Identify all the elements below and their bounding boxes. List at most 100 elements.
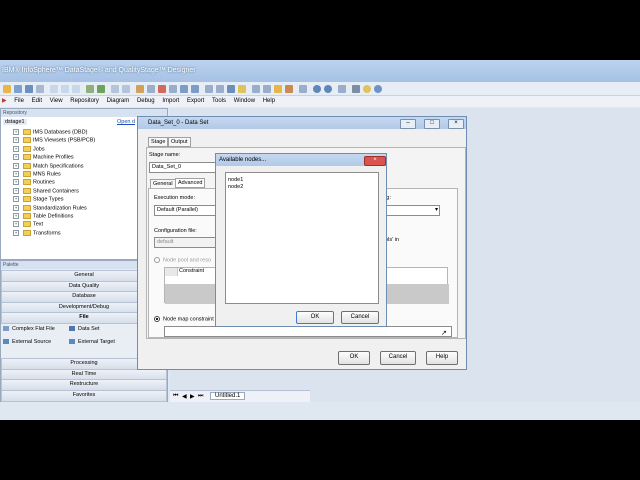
tab-nav-first-icon[interactable]: ⏮ [173,393,178,400]
tree-item[interactable]: + Text [13,221,43,228]
node-pool-option[interactable]: Node pool and reso [154,257,211,263]
grid-icon[interactable] [147,85,155,93]
bulb-icon[interactable] [363,85,371,93]
list-item[interactable]: node1 [228,177,243,183]
tree-item[interactable]: + Transforms [13,229,61,236]
zoom-in-icon[interactable] [111,85,119,93]
chevron-down-icon[interactable]: ▾ [435,206,438,213]
right-select[interactable]: ▾ [382,205,440,216]
help-icon[interactable] [374,85,382,93]
columns-icon[interactable] [263,85,271,93]
copy-icon[interactable] [61,85,69,93]
expand-icon[interactable]: + [13,204,19,211]
tab-nav-next-icon[interactable]: ▶ [190,393,195,400]
palette-item-external-target[interactable]: External Target [69,339,115,345]
menu-import[interactable]: Import [162,96,179,107]
browse-button[interactable]: ↗ [441,329,451,338]
save-icon[interactable] [25,85,33,93]
expand-icon[interactable]: + [13,129,19,135]
tree-item[interactable]: + Standardization Rules [13,204,87,211]
config-file-input[interactable]: default [154,237,222,248]
subtab-advanced[interactable]: Advanced [175,178,206,188]
tab-nav-prev-icon[interactable]: ◀ [182,393,187,400]
tree-item[interactable]: + IMS Viewsets (PSB/PCB) [13,137,95,144]
tab-nav-last-icon[interactable]: ⏭ [198,393,203,400]
palette-icon[interactable] [191,85,199,93]
highlight-icon[interactable] [274,85,282,93]
tab-output[interactable]: Output [168,137,191,147]
annotation-icon[interactable] [169,85,177,93]
repository-icon[interactable] [216,85,224,93]
properties-icon[interactable] [180,85,188,93]
new-icon[interactable] [3,85,11,93]
menu-export[interactable]: Export [187,96,204,107]
menu-tools[interactable]: Tools [212,96,226,107]
expand-icon[interactable]: + [13,229,19,236]
tools-icon[interactable] [352,85,360,93]
menu-diagram[interactable]: Diagram [107,96,130,107]
paste-icon[interactable] [72,85,80,93]
nodes-list[interactable]: node1 node2 [225,172,379,304]
palette-item-external-source[interactable]: External Source [3,339,51,345]
expand-icon[interactable]: + [13,179,19,186]
expand-icon[interactable]: + [13,171,19,177]
menu-file[interactable]: File [14,96,24,107]
expand-icon[interactable]: + [13,137,19,144]
find-icon[interactable] [299,85,307,93]
node-map-input[interactable] [164,326,452,337]
brush-icon[interactable] [285,85,293,93]
tab-untitled[interactable]: Untitled.1 [210,392,246,400]
print-icon[interactable] [36,85,44,93]
link-icon[interactable] [136,85,144,93]
back-icon[interactable] [313,85,321,93]
expand-icon[interactable]: + [13,145,19,152]
settings-icon[interactable] [227,85,235,93]
palette-item-data-set[interactable]: Data Set [69,326,99,332]
layout-icon[interactable] [205,85,213,93]
list-item[interactable]: node2 [228,184,243,190]
sort-icon[interactable] [238,85,246,93]
tree-item[interactable]: + Table Definitions [13,213,73,219]
job-icon[interactable] [338,85,346,93]
expand-icon[interactable]: + [13,162,19,169]
repository-root[interactable]: dstage1 [3,119,27,125]
maximize-icon[interactable]: □ [424,119,440,129]
expand-icon[interactable]: + [13,154,19,161]
palette-item-complex-flat-file[interactable]: Complex Flat File [3,326,55,332]
node-pool-radio[interactable] [154,257,160,263]
tab-stage[interactable]: Stage [148,137,169,147]
menu-repository[interactable]: Repository [70,96,99,107]
dataset-ok-button[interactable]: OK [338,351,370,365]
compile-icon[interactable] [86,85,94,93]
menu-window[interactable]: Window [234,96,255,107]
tree-item[interactable]: + Routines [13,179,55,186]
forward-icon[interactable] [324,85,332,93]
open-link[interactable]: Open d [117,119,135,125]
stage-name-input[interactable]: Data_Set_0 [149,162,223,173]
debug-icon[interactable] [158,85,166,93]
tree-item[interactable]: + Machine Profiles [13,154,74,161]
tree-item[interactable]: + Match Specifications [13,162,83,169]
expand-icon[interactable]: + [13,221,19,228]
tree-item[interactable]: + Shared Containers [13,187,79,194]
node-map-option[interactable]: Node map constraint [154,316,214,322]
table-icon[interactable] [252,85,260,93]
minimize-icon[interactable]: – [400,119,416,129]
close-icon[interactable]: × [448,119,464,129]
cut-icon[interactable] [50,85,58,93]
tree-item[interactable]: + Stage Types [13,196,63,203]
node-map-radio[interactable] [154,316,160,322]
expand-icon[interactable]: + [13,187,19,194]
tree-item[interactable]: + MNS Rules [13,171,61,177]
expand-icon[interactable]: + [13,213,19,219]
expand-icon[interactable]: + [13,196,19,203]
zoom-out-icon[interactable] [122,85,130,93]
menu-help[interactable]: Help [263,96,275,107]
close-icon[interactable]: × [364,156,386,166]
execution-mode-select[interactable]: Default (Parallel) [154,205,222,216]
open-icon[interactable] [14,85,22,93]
dataset-cancel-button[interactable]: Cancel [380,351,416,365]
nodes-ok-button[interactable]: OK [296,311,334,324]
run-icon[interactable] [97,85,105,93]
tree-item[interactable]: + IMS Databases (DBD) [13,129,87,135]
